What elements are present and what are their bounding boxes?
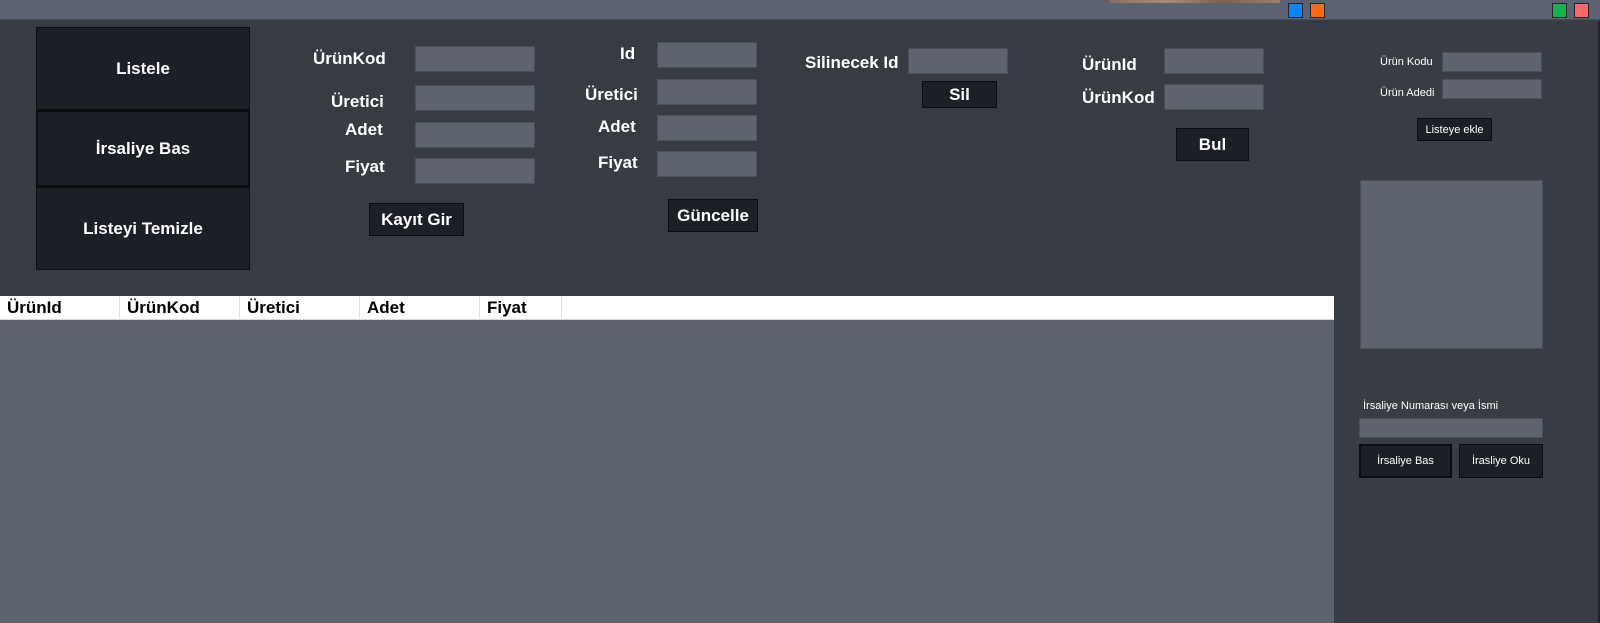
blue-window-button[interactable]	[1288, 3, 1303, 18]
search-button[interactable]: Bul	[1176, 128, 1249, 161]
product-qty-label: Ürün Adedi	[1380, 87, 1435, 99]
waybill-name-label: İrsaliye Numarası veya İsmi	[1363, 400, 1499, 412]
search-urunkod-input[interactable]	[1164, 84, 1264, 110]
search-urunkod-label: ÜrünKod	[1082, 88, 1155, 107]
column-header-fiyat[interactable]: Fiyat	[480, 296, 562, 320]
add-to-list-button[interactable]: Listeye ekle	[1417, 118, 1492, 141]
read-waybill-button[interactable]: İrasliye Oku	[1459, 444, 1543, 478]
update-fiyat-label: Fiyat	[598, 153, 638, 172]
product-table[interactable]	[0, 296, 1334, 623]
red-window-button[interactable]	[1574, 3, 1589, 18]
search-urunid-input[interactable]	[1164, 48, 1264, 74]
column-header-urunkod[interactable]: ÜrünKod	[120, 296, 240, 320]
delete-button[interactable]: Sil	[922, 81, 997, 108]
update-uretici-label: Üretici	[585, 85, 638, 104]
add-urunkod-label: ÜrünKod	[313, 49, 386, 68]
clear-list-button[interactable]: Listeyi Temizle	[36, 187, 250, 270]
add-uretici-input[interactable]	[415, 85, 535, 111]
column-header-adet[interactable]: Adet	[360, 296, 480, 320]
add-uretici-label: Üretici	[331, 92, 384, 111]
add-adet-label: Adet	[345, 120, 383, 139]
column-header-uretici[interactable]: Üretici	[240, 296, 360, 320]
green-window-button[interactable]	[1552, 3, 1567, 18]
update-uretici-input[interactable]	[657, 79, 757, 105]
background-photo-strip	[1110, 0, 1280, 3]
add-fiyat-label: Fiyat	[345, 157, 385, 176]
update-adet-label: Adet	[598, 117, 636, 136]
product-code-input[interactable]	[1442, 52, 1542, 72]
waybill-name-input[interactable]	[1359, 418, 1543, 438]
product-qty-input[interactable]	[1442, 79, 1542, 99]
add-adet-input[interactable]	[415, 122, 535, 148]
title-bar	[0, 0, 1600, 20]
delete-id-label: Silinecek Id	[805, 53, 899, 72]
product-code-label: Ürün Kodu	[1380, 56, 1433, 68]
update-fiyat-input[interactable]	[657, 151, 757, 177]
add-fiyat-input[interactable]	[415, 158, 535, 184]
column-header-urunid[interactable]: ÜrünId	[0, 296, 120, 320]
waybill-list-box[interactable]	[1360, 180, 1543, 349]
update-button[interactable]: Güncelle	[668, 199, 758, 232]
update-id-input[interactable]	[657, 42, 757, 68]
search-urunid-label: ÜrünId	[1082, 55, 1137, 74]
update-id-label: Id	[620, 44, 636, 63]
update-adet-input[interactable]	[657, 115, 757, 141]
add-urunkod-input[interactable]	[415, 46, 535, 72]
print-waybill-button[interactable]: İrsaliye Bas	[1359, 444, 1452, 478]
delete-id-input[interactable]	[908, 48, 1008, 74]
list-button[interactable]: Listele	[36, 27, 250, 110]
add-record-button[interactable]: Kayıt Gir	[369, 203, 464, 236]
print-waybill-nav-button[interactable]: İrsaliye Bas	[36, 110, 250, 187]
orange-window-button[interactable]	[1310, 3, 1325, 18]
